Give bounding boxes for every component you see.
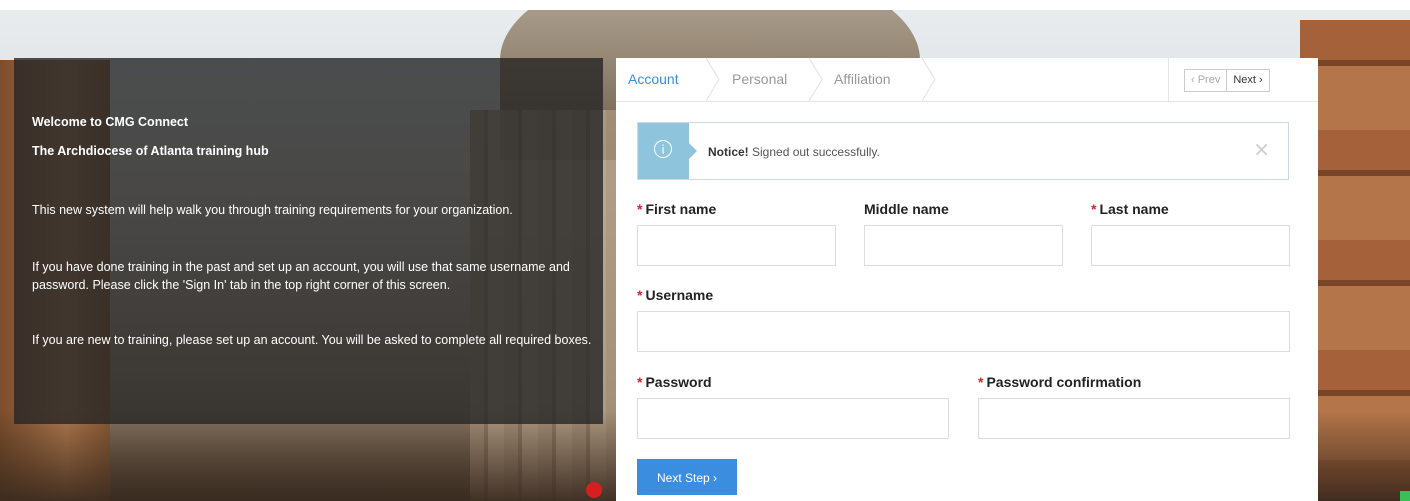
password-label-text: Password xyxy=(645,374,712,390)
notice-icon-box: i xyxy=(638,123,689,179)
password-field[interactable] xyxy=(637,398,949,439)
password-confirmation-label: * Password confirmation xyxy=(978,374,1141,390)
first-name-field[interactable] xyxy=(637,225,836,266)
required-mark: * xyxy=(637,287,643,303)
chevron-right-icon xyxy=(706,58,720,101)
next-step-button[interactable]: Next Step › xyxy=(637,459,737,495)
username-label: * Username xyxy=(637,287,713,303)
notice-text: Signed out successfully. xyxy=(748,145,880,159)
required-mark: * xyxy=(637,201,643,217)
next-button[interactable]: Next › xyxy=(1227,70,1268,91)
password-label: * Password xyxy=(637,374,712,390)
notice-strong: Notice! xyxy=(708,145,749,159)
notice-pointer xyxy=(689,143,697,159)
last-name-field[interactable] xyxy=(1091,225,1290,266)
required-mark: * xyxy=(637,374,643,390)
prev-button[interactable]: ‹ Prev xyxy=(1185,70,1228,91)
middle-name-label: Middle name xyxy=(864,201,949,217)
middle-name-field[interactable] xyxy=(864,225,1063,266)
required-mark: * xyxy=(978,374,984,390)
last-name-label: * Last name xyxy=(1091,201,1169,217)
notice-message: Notice! Signed out successfully. xyxy=(708,145,880,159)
password-confirmation-label-text: Password confirmation xyxy=(986,374,1142,390)
welcome-title: Welcome to CMG Connect xyxy=(32,115,189,129)
registration-card: Account Personal Affiliation ‹ Prev Next… xyxy=(616,58,1318,501)
tab-account[interactable]: Account xyxy=(628,58,679,101)
intro-paragraph: This new system will help walk you throu… xyxy=(32,203,513,217)
tab-affiliation[interactable]: Affiliation xyxy=(834,58,891,101)
chevron-right-icon xyxy=(922,58,936,101)
welcome-panel: Welcome to CMG Connect The Archdiocese o… xyxy=(14,58,603,424)
username-field[interactable] xyxy=(637,311,1290,352)
username-label-text: Username xyxy=(645,287,714,303)
password-confirmation-field[interactable] xyxy=(978,398,1290,439)
close-icon[interactable]: × xyxy=(1253,139,1270,159)
last-name-label-text: Last name xyxy=(1099,201,1169,217)
first-name-label: * First name xyxy=(637,201,716,217)
new-user-paragraph: If you are new to training, please set u… xyxy=(32,333,592,347)
tab-personal[interactable]: Personal xyxy=(732,58,787,101)
step-tabs: Account Personal Affiliation ‹ Prev Next… xyxy=(616,58,1318,102)
required-mark: * xyxy=(1091,201,1097,217)
info-icon: i xyxy=(654,140,672,158)
notice-alert: i Notice! Signed out successfully. × xyxy=(637,122,1289,180)
welcome-subtitle: The Archdiocese of Atlanta training hub xyxy=(32,144,269,158)
returning-user-paragraph: If you have done training in the past an… xyxy=(32,260,570,292)
chevron-right-icon xyxy=(809,58,823,101)
pager: ‹ Prev Next › xyxy=(1184,69,1270,92)
first-name-label-text: First name xyxy=(645,201,717,217)
